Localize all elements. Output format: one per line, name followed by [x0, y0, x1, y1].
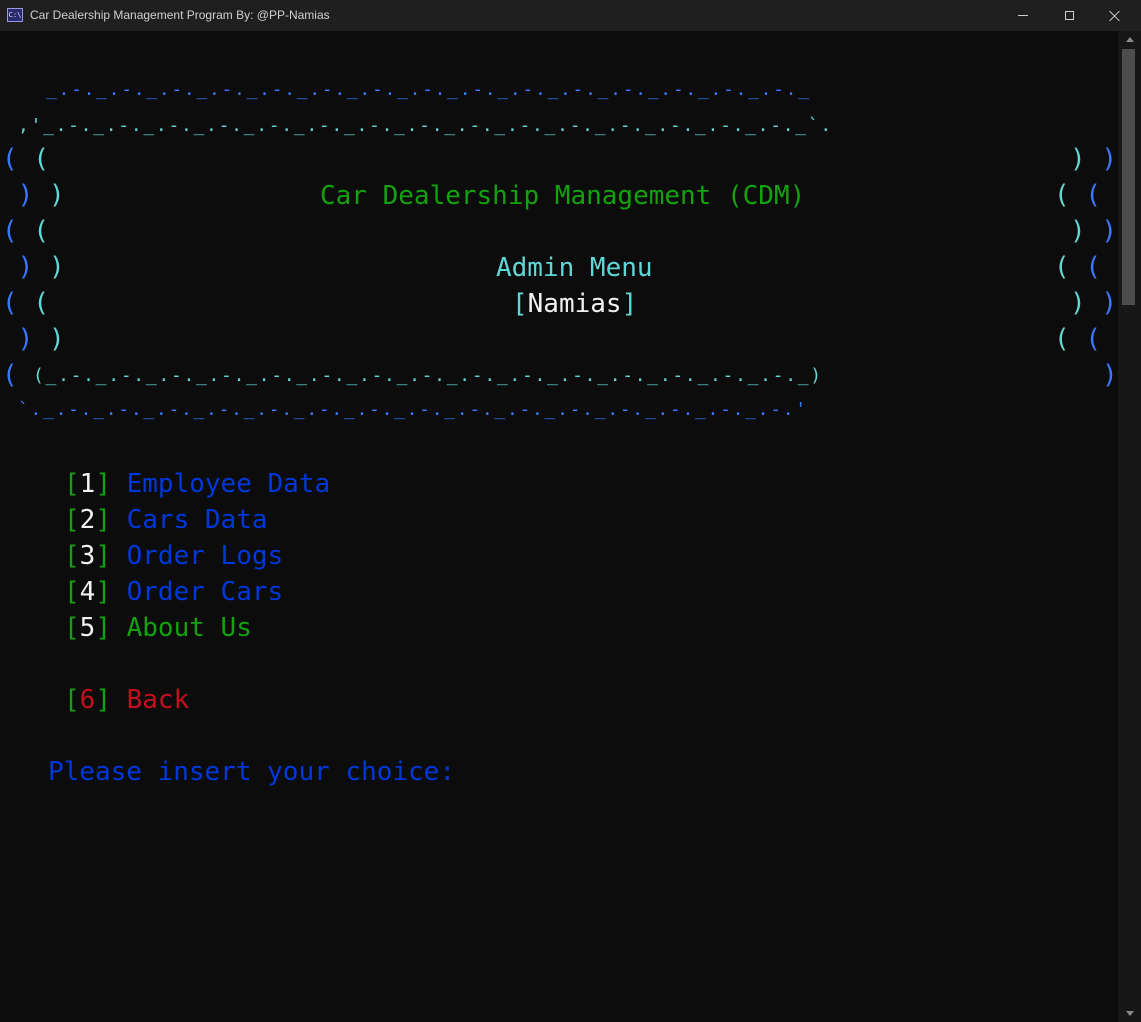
- menu-label: Back: [126, 685, 190, 715]
- minimize-button[interactable]: [1000, 0, 1046, 31]
- bracket-open: [: [64, 685, 80, 715]
- menu-item-order-cars[interactable]: [4] Order Cars: [64, 574, 283, 610]
- console-window: C:\ Car Dealership Management Program By…: [0, 0, 1141, 1022]
- banner-right-paren: ): [1102, 360, 1118, 390]
- banner-right-paren: ) ): [1070, 288, 1117, 318]
- app-title: Car Dealership Management (CDM): [320, 181, 806, 211]
- arrow-down-icon: [1125, 1011, 1134, 1016]
- banner-art-top-inner: ,'_.-._.-._.-._.-._.-._.-._.-._.-._.-._.…: [18, 115, 833, 136]
- banner-right-paren: ) ): [1070, 144, 1117, 174]
- banner-right-paren: ( (: [1054, 180, 1101, 210]
- menu-label: About Us: [126, 613, 252, 643]
- banner-art-bottom-inner: (_.-._.-._.-._.-._.-._.-._.-._.-._.-._.-…: [33, 365, 823, 386]
- scroll-up-button[interactable]: [1118, 31, 1141, 48]
- bracket-close: ]: [95, 469, 111, 499]
- menu-title: Admin Menu: [496, 253, 653, 283]
- input-prompt[interactable]: Please insert your choice:: [48, 754, 455, 790]
- menu-item-about-us[interactable]: [5] About Us: [64, 610, 252, 646]
- menu-label: Employee Data: [126, 469, 331, 499]
- menu-item-cars-data[interactable]: [2] Cars Data: [64, 502, 268, 538]
- bracket-close: ]: [95, 685, 111, 715]
- menu-label: Order Cars: [126, 577, 284, 607]
- maximize-icon: [1064, 11, 1074, 20]
- menu-number: 2: [79, 505, 96, 535]
- banner-right-paren: ) ): [1070, 216, 1117, 246]
- current-user: [Namias]: [512, 286, 637, 322]
- menu-number: 3: [79, 541, 96, 571]
- banner-right-paren: ( (: [1054, 324, 1101, 354]
- close-icon: [1109, 10, 1121, 22]
- bracket-close: ]: [95, 613, 111, 643]
- menu-number: 1: [79, 469, 96, 499]
- banner-art-top-outer: _.-._.-._.-._.-._.-._.-._.-._.-._.-._.-.…: [46, 79, 811, 100]
- banner-left-paren: ) ): [17, 180, 65, 210]
- banner-left-paren: ( (: [2, 216, 49, 246]
- close-button[interactable]: [1092, 0, 1138, 31]
- scroll-down-button[interactable]: [1118, 1005, 1141, 1022]
- menu-number: 5: [79, 613, 96, 643]
- bracket-open: [: [64, 541, 80, 571]
- user-name: Namias: [527, 289, 622, 319]
- bracket-open: [: [64, 577, 80, 607]
- banner-left-paren: ) ): [17, 252, 65, 282]
- menu-label: Cars Data: [126, 505, 268, 535]
- minimize-icon: [1018, 15, 1028, 16]
- bracket-close: ]: [621, 289, 638, 319]
- bracket-close: ]: [95, 577, 111, 607]
- banner-left-paren: (: [2, 360, 18, 390]
- menu-item-order-logs[interactable]: [3] Order Logs: [64, 538, 283, 574]
- bracket-open: [: [64, 469, 80, 499]
- vertical-scrollbar[interactable]: [1118, 31, 1141, 1022]
- banner-right-paren: ( (: [1054, 252, 1101, 282]
- bracket-close: ]: [95, 541, 111, 571]
- bracket-close: ]: [95, 505, 111, 535]
- menu-item-back[interactable]: [6] Back: [64, 682, 189, 718]
- scroll-thumb[interactable]: [1122, 49, 1135, 305]
- arrow-up-icon: [1125, 37, 1134, 42]
- menu-number: 4: [79, 577, 96, 607]
- menu-label: Order Logs: [126, 541, 284, 571]
- maximize-button[interactable]: [1046, 0, 1092, 31]
- menu-item-employee-data[interactable]: [1] Employee Data: [64, 466, 330, 502]
- bracket-open: [: [64, 505, 80, 535]
- bracket-open: [: [512, 289, 528, 319]
- title-bar[interactable]: C:\ Car Dealership Management Program By…: [0, 0, 1141, 31]
- window-title: Car Dealership Management Program By: @P…: [30, 8, 330, 22]
- bracket-open: [: [64, 613, 80, 643]
- banner-left-paren: ( (: [2, 144, 49, 174]
- console-app-icon: C:\: [7, 8, 23, 22]
- banner-art-bottom-outer: `._.-._.-._.-._.-._.-._.-._.-._.-._.-._.…: [18, 399, 808, 420]
- menu-number: 6: [79, 685, 96, 715]
- banner-left-paren: ) ): [17, 324, 65, 354]
- banner-left-paren: ( (: [2, 288, 49, 318]
